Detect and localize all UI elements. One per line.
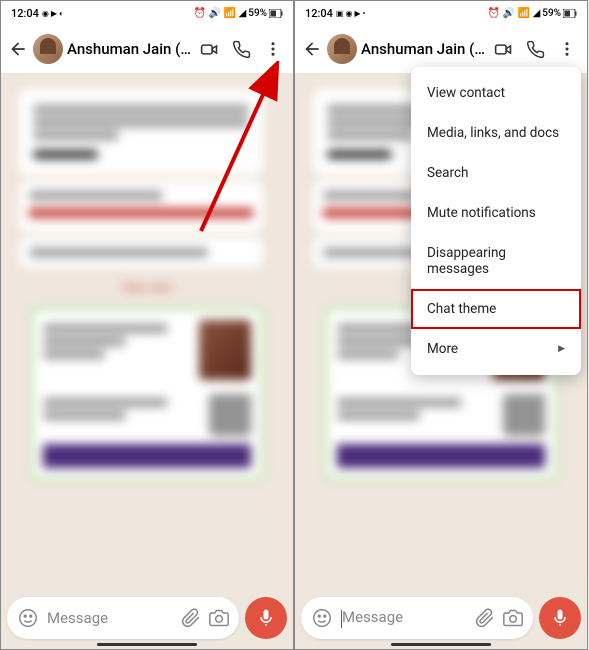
phone-icon [232,40,251,59]
status-bar: 12:04 ▣ ◉ ▶ • ⏰ 🔊 📶 ◢ 59% [295,1,587,25]
more-options-button[interactable] [553,35,581,63]
battery-percent: 59% [248,8,267,19]
phone-icon [526,40,545,59]
input-bar: Message [7,597,287,639]
message-input[interactable]: Message [301,597,533,639]
app-bar: Anshuman Jain (M... [1,25,293,73]
sticker-icon [311,607,333,629]
chevron-right-icon: ▶ [558,344,565,354]
options-menu: View contact Media, links, and docs Sear… [411,67,581,375]
arrow-back-icon [302,39,322,59]
camera-icon[interactable] [209,608,229,628]
video-icon [493,39,514,60]
home-indicator [391,643,491,646]
battery-percent: 59% [542,8,561,19]
battery-icon [269,9,283,18]
video-icon [199,39,220,60]
arrow-back-icon [8,39,28,59]
input-bar: Message [301,597,581,639]
message-placeholder: Message [341,608,467,627]
menu-chat-theme[interactable]: Chat theme [411,289,581,329]
voice-call-button[interactable] [521,35,549,63]
menu-media-links-docs[interactable]: Media, links, and docs [411,113,581,153]
more-options-button[interactable] [259,35,287,63]
chat-background: View once [1,73,293,589]
attach-icon[interactable] [475,608,495,628]
screen-left: 12:04 ◉ ▶ ◐ ⏰ 🔊 📶 ◢ 59% Anshuman Jain (M… [0,0,294,650]
home-indicator [97,643,197,646]
contact-name[interactable]: Anshuman Jain (M... [67,40,191,58]
video-call-button[interactable] [489,35,517,63]
status-indicators: ⏰ 🔊 📶 ◢ [194,8,247,19]
contact-name[interactable]: Anshuman Jain (M... [361,40,485,58]
mic-button[interactable] [539,597,581,639]
menu-mute-notifications[interactable]: Mute notifications [411,193,581,233]
voice-call-button[interactable] [227,35,255,63]
notif-icons: ▣ ◉ ▶ • [336,9,365,18]
center-label: View once [11,281,283,294]
more-vert-icon [558,40,576,58]
status-time: 12:04 [305,7,333,20]
mic-icon [256,608,276,628]
camera-icon[interactable] [503,608,523,628]
menu-disappearing-messages[interactable]: Disappearing messages [411,233,581,289]
menu-more[interactable]: More▶ [411,329,581,369]
screen-right: 12:04 ▣ ◉ ▶ • ⏰ 🔊 📶 ◢ 59% Anshuman Jain … [294,0,588,650]
attach-icon[interactable] [181,608,201,628]
message-input[interactable]: Message [7,597,239,639]
back-button[interactable] [7,38,29,60]
contact-avatar[interactable] [327,34,357,64]
video-call-button[interactable] [195,35,223,63]
message-placeholder: Message [47,609,173,627]
menu-view-contact[interactable]: View contact [411,73,581,113]
mic-button[interactable] [245,597,287,639]
status-time: 12:04 [11,7,39,20]
notif-icons: ◉ ▶ ◐ [42,9,64,18]
back-button[interactable] [301,38,323,60]
contact-avatar[interactable] [33,34,63,64]
status-bar: 12:04 ◉ ▶ ◐ ⏰ 🔊 📶 ◢ 59% [1,1,293,25]
mic-icon [550,608,570,628]
menu-search[interactable]: Search [411,153,581,193]
app-bar: Anshuman Jain (M... [295,25,587,73]
more-vert-icon [264,40,282,58]
sticker-icon [17,607,39,629]
battery-icon [563,9,577,18]
status-indicators: ⏰ 🔊 📶 ◢ [488,8,541,19]
